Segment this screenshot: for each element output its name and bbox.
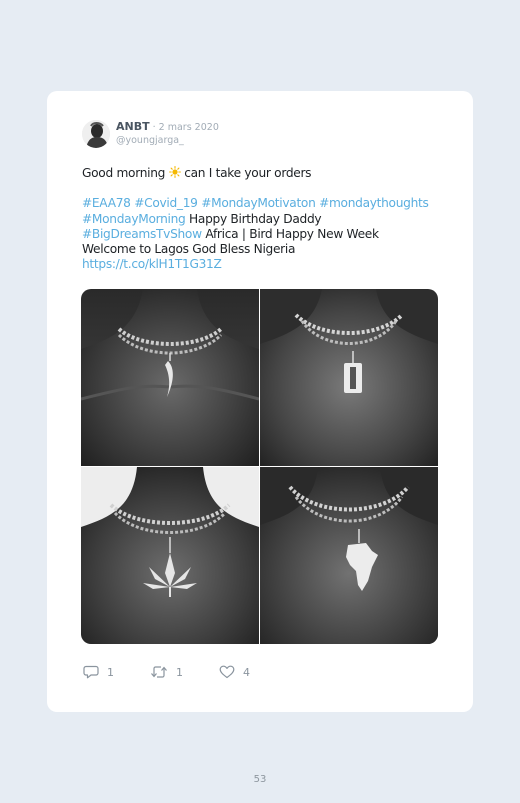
reply-count: 1 [107, 665, 114, 679]
tweet-text: Good morning can I take your orders #EAA… [82, 166, 452, 272]
tweet-text-africa: Africa | Bird Happy New Week [201, 226, 379, 241]
hashtag-monday-morning[interactable]: #MondayMorning [82, 212, 186, 226]
tweet-card: ANBT · 2 mars 2020 @youngjarga_ Good mor… [47, 91, 473, 712]
avatar[interactable] [82, 120, 110, 148]
author-handle[interactable]: @youngjarga_ [116, 135, 184, 146]
author-name[interactable]: ANBT [116, 120, 150, 133]
tweet-text-welcome: Welcome to Lagos God Bless Nigeria [82, 241, 296, 256]
tweet-text-birthday: Happy Birthday Daddy [185, 211, 322, 226]
tweet-date[interactable]: · 2 mars 2020 [150, 122, 219, 133]
tweet-text-line-2: #EAA78 #Covid_19 #MondayMotivaton #monda… [82, 196, 452, 211]
sun-icon [168, 166, 181, 178]
photo-africa-map-pendant[interactable] [260, 467, 438, 644]
like-button[interactable]: 4 [219, 665, 250, 679]
heart-icon [219, 665, 235, 679]
page-number: 53 [253, 774, 267, 785]
retweet-button[interactable]: 1 [150, 665, 183, 679]
author-line: ANBT · 2 mars 2020 [116, 120, 219, 133]
hashtags-link[interactable]: #EAA78 #Covid_19 #MondayMotivaton #monda… [82, 196, 429, 210]
photo-leaf-pendant[interactable] [81, 467, 259, 644]
tweet-text-line-5: Welcome to Lagos God Bless Nigeria [82, 242, 452, 257]
tweet-text-orders: can I take your orders [180, 166, 312, 180]
hashtag-bigdreams[interactable]: #BigDreamsTvShow [82, 227, 202, 241]
reply-button[interactable]: 1 [83, 665, 114, 679]
photo-razor-blade-pendant[interactable] [260, 289, 438, 466]
tweet-text-line-6: https://t.co/klH1T1G31Z [82, 257, 452, 272]
tweet-text-line-4: #BigDreamsTvShow Africa | Bird Happy New… [82, 227, 452, 242]
tweet-text-greeting: Good morning [82, 166, 169, 180]
photo-horn-pendant[interactable] [81, 289, 259, 466]
media-grid [81, 289, 438, 644]
tweet-link[interactable]: https://t.co/klH1T1G31Z [82, 257, 222, 271]
reply-icon [83, 665, 99, 679]
tweet-text-line-1: Good morning can I take your orders [82, 166, 452, 181]
retweet-count: 1 [176, 665, 183, 679]
retweet-icon [150, 665, 168, 679]
tweet-text-line-3: #MondayMorning Happy Birthday Daddy [82, 212, 452, 227]
like-count: 4 [243, 665, 250, 679]
